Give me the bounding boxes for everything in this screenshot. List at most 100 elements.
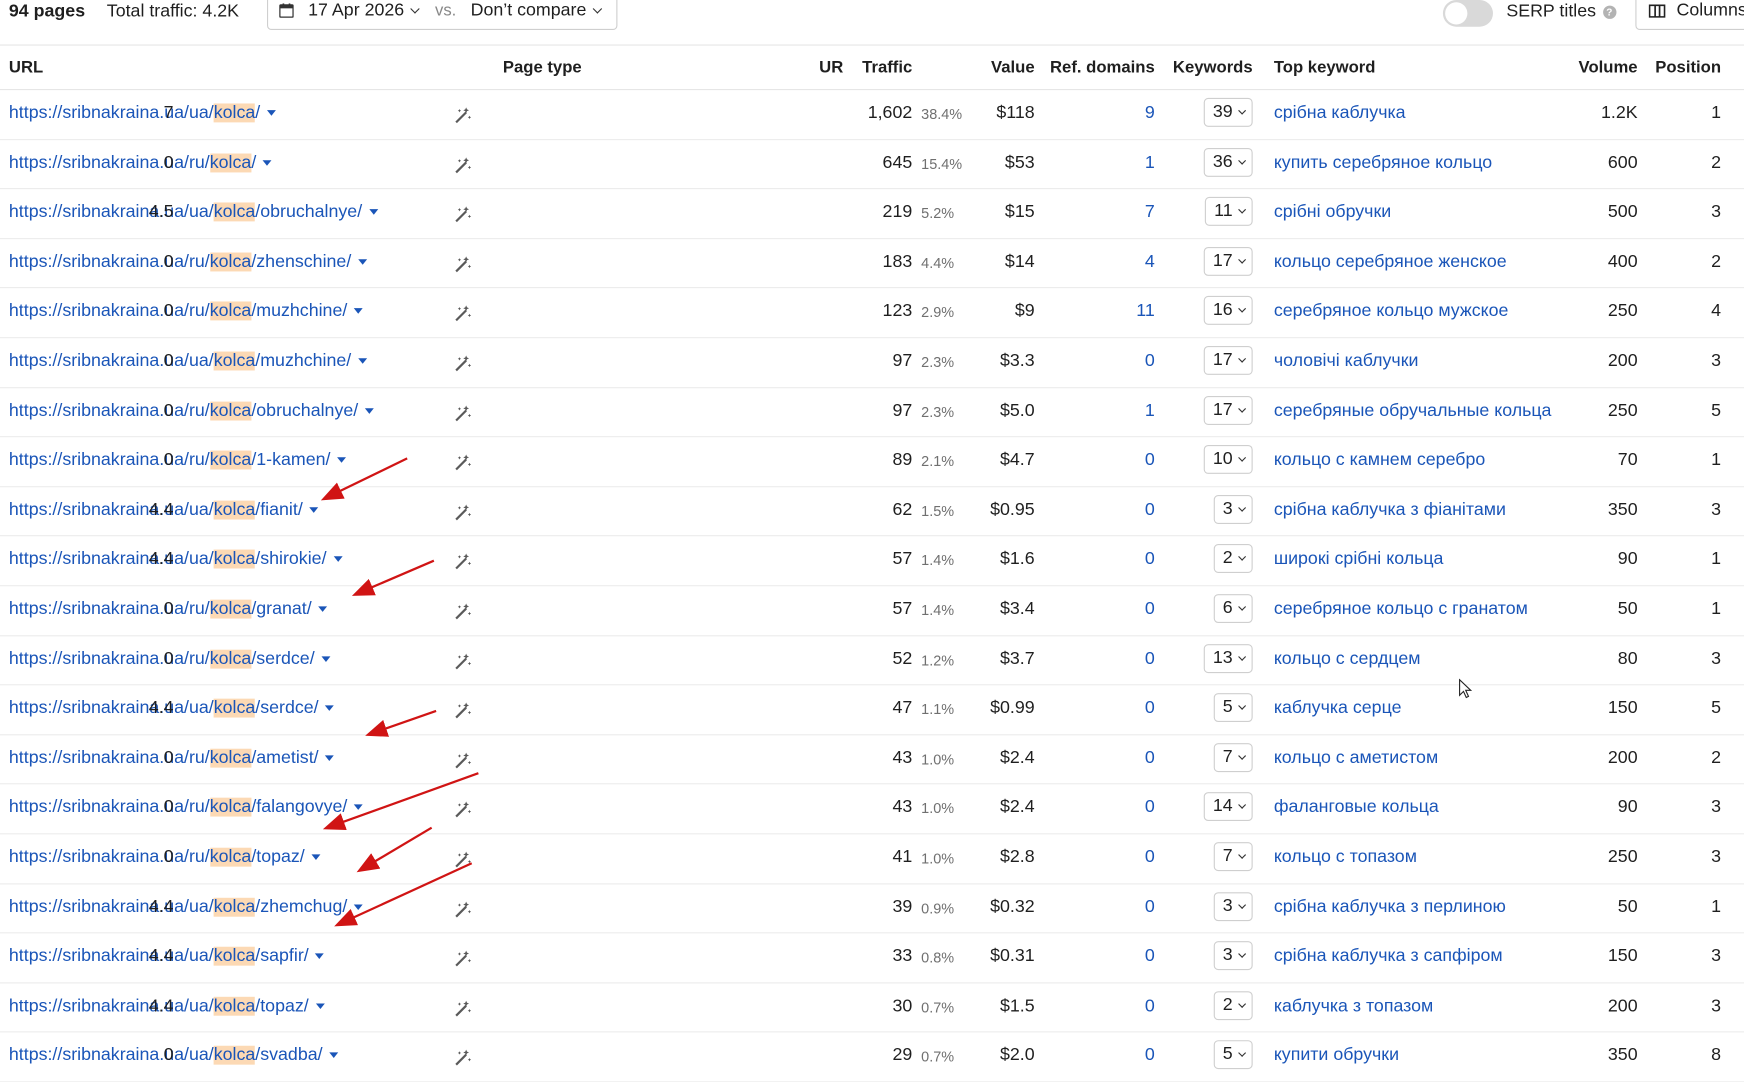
ref-domains-link[interactable]: 0: [1145, 699, 1155, 719]
keywords-dropdown[interactable]: 17: [1203, 345, 1253, 375]
col-page-type[interactable]: Page type: [503, 58, 582, 77]
top-keyword-link[interactable]: серебряное кольцо с гранатом: [1274, 600, 1528, 620]
keywords-dropdown[interactable]: 13: [1203, 643, 1253, 673]
magic-wand-icon[interactable]: [453, 155, 473, 175]
url-link[interactable]: https://sribnakraina.ua/ru/kolca/1-kamen…: [9, 450, 347, 471]
magic-wand-icon[interactable]: [453, 255, 473, 275]
top-keyword-link[interactable]: широкі срібні кольца: [1274, 550, 1444, 570]
caret-down-icon[interactable]: [325, 755, 335, 761]
url-link[interactable]: https://sribnakraina.ua/ru/kolca/muzhchi…: [9, 301, 363, 322]
top-keyword-link[interactable]: кольцо с сердцем: [1274, 649, 1421, 669]
ref-domains-link[interactable]: 0: [1145, 550, 1155, 570]
date-dropdown[interactable]: 17 Apr 2026: [308, 1, 421, 21]
ref-domains-link[interactable]: 1: [1145, 153, 1155, 173]
compare-dropdown[interactable]: Don’t compare: [471, 1, 603, 21]
caret-down-icon[interactable]: [353, 308, 363, 315]
top-keyword-link[interactable]: срібна каблучка з перлиною: [1274, 897, 1506, 917]
magic-wand-icon[interactable]: [453, 899, 473, 919]
ref-domains-link[interactable]: 0: [1145, 848, 1155, 868]
ref-domains-link[interactable]: 0: [1145, 600, 1155, 620]
ref-domains-link[interactable]: 4: [1145, 252, 1155, 272]
url-link[interactable]: https://sribnakraina.ua/ua/kolca/shiroki…: [9, 549, 343, 570]
top-keyword-link[interactable]: срібна каблучка: [1274, 103, 1406, 123]
ref-domains-link[interactable]: 9: [1145, 103, 1155, 123]
ref-domains-link[interactable]: 1: [1145, 401, 1155, 421]
col-volume[interactable]: Volume: [1579, 58, 1638, 77]
help-icon[interactable]: ?: [1602, 5, 1617, 19]
ref-domains-link[interactable]: 0: [1145, 996, 1155, 1016]
ref-domains-link[interactable]: 0: [1145, 1046, 1155, 1066]
ref-domains-link[interactable]: 0: [1145, 748, 1155, 768]
top-keyword-link[interactable]: срібна каблучка з сапфіром: [1274, 947, 1503, 967]
top-keyword-link[interactable]: каблучка серце: [1274, 699, 1402, 719]
caret-down-icon[interactable]: [337, 457, 347, 463]
caret-down-icon[interactable]: [353, 804, 363, 811]
ref-domains-link[interactable]: 0: [1145, 947, 1155, 967]
keywords-dropdown[interactable]: 5: [1213, 1040, 1253, 1070]
url-link[interactable]: https://sribnakraina.ua/ru/kolca/zhensch…: [9, 252, 367, 272]
url-link[interactable]: https://sribnakraina.ua/ua/kolca/: [9, 103, 276, 123]
keywords-dropdown[interactable]: 3: [1213, 891, 1253, 921]
url-link[interactable]: https://sribnakraina.ua/ua/kolca/muzhchi…: [9, 351, 367, 372]
magic-wand-icon[interactable]: [453, 106, 473, 126]
caret-down-icon[interactable]: [357, 358, 367, 364]
url-link[interactable]: https://sribnakraina.ua/ru/kolca/: [9, 153, 272, 173]
ref-domains-link[interactable]: 7: [1145, 203, 1155, 223]
magic-wand-icon[interactable]: [453, 651, 473, 671]
keywords-dropdown[interactable]: 3: [1213, 494, 1253, 524]
keywords-dropdown[interactable]: 5: [1213, 693, 1253, 723]
url-link[interactable]: https://sribnakraina.ua/ua/kolca/zhemchu…: [9, 897, 363, 917]
col-keywords[interactable]: Keywords: [1173, 58, 1253, 77]
ref-domains-link[interactable]: 0: [1145, 798, 1155, 818]
magic-wand-icon[interactable]: [453, 949, 473, 969]
ref-domains-link[interactable]: 0: [1145, 897, 1155, 917]
col-value[interactable]: Value: [991, 58, 1035, 77]
keywords-dropdown[interactable]: 16: [1203, 296, 1253, 326]
caret-down-icon[interactable]: [325, 705, 335, 712]
magic-wand-icon[interactable]: [453, 453, 473, 473]
keywords-dropdown[interactable]: 11: [1205, 197, 1253, 227]
magic-wand-icon[interactable]: [453, 354, 473, 374]
top-keyword-link[interactable]: серебряное кольцо мужское: [1274, 302, 1509, 322]
magic-wand-icon[interactable]: [453, 602, 473, 622]
keywords-dropdown[interactable]: 3: [1213, 941, 1253, 971]
ref-domains-link[interactable]: 11: [1136, 302, 1154, 322]
ref-domains-link[interactable]: 0: [1145, 352, 1155, 372]
keywords-dropdown[interactable]: 7: [1213, 742, 1253, 772]
col-top-keyword[interactable]: Top keyword: [1274, 58, 1376, 77]
date-compare-selector[interactable]: 17 Apr 2026 vs. Don’t compare: [267, 0, 618, 31]
top-keyword-link[interactable]: купити обручки: [1274, 1046, 1399, 1066]
magic-wand-icon[interactable]: [453, 1048, 473, 1068]
magic-wand-icon[interactable]: [453, 205, 473, 225]
col-position[interactable]: Position: [1655, 58, 1721, 77]
serp-titles-toggle[interactable]: [1442, 0, 1493, 27]
caret-down-icon[interactable]: [329, 1052, 339, 1059]
col-traffic[interactable]: Traffic: [862, 58, 912, 77]
ref-domains-link[interactable]: 0: [1145, 649, 1155, 669]
top-keyword-link[interactable]: кольцо с аметистом: [1274, 748, 1438, 768]
url-link[interactable]: https://sribnakraina.ua/ua/kolca/obrucha…: [9, 202, 378, 223]
top-keyword-link[interactable]: срібна каблучка з фіанітами: [1274, 500, 1506, 520]
keywords-dropdown[interactable]: 2: [1213, 544, 1253, 574]
keywords-dropdown[interactable]: 2: [1213, 990, 1253, 1020]
top-keyword-link[interactable]: кольцо с топазом: [1274, 848, 1417, 868]
keywords-dropdown[interactable]: 17: [1203, 246, 1253, 276]
keywords-dropdown[interactable]: 17: [1203, 395, 1253, 425]
url-link[interactable]: https://sribnakraina.ua/ru/kolca/falango…: [9, 798, 363, 818]
magic-wand-icon[interactable]: [453, 800, 473, 820]
url-link[interactable]: https://sribnakraina.ua/ru/kolca/obrucha…: [9, 401, 374, 421]
magic-wand-icon[interactable]: [453, 503, 473, 523]
caret-down-icon[interactable]: [315, 953, 325, 960]
magic-wand-icon[interactable]: [453, 304, 473, 324]
top-keyword-link[interactable]: каблучка з топазом: [1274, 996, 1433, 1016]
caret-down-icon[interactable]: [368, 209, 378, 215]
magic-wand-icon[interactable]: [453, 999, 473, 1019]
caret-down-icon[interactable]: [353, 903, 363, 910]
keywords-dropdown[interactable]: 7: [1213, 842, 1253, 871]
magic-wand-icon[interactable]: [453, 552, 473, 572]
caret-down-icon[interactable]: [311, 854, 321, 860]
top-keyword-link[interactable]: серебряные обручальные кольца: [1274, 401, 1552, 421]
magic-wand-icon[interactable]: [453, 751, 473, 771]
caret-down-icon[interactable]: [321, 655, 331, 662]
magic-wand-icon[interactable]: [453, 403, 473, 423]
